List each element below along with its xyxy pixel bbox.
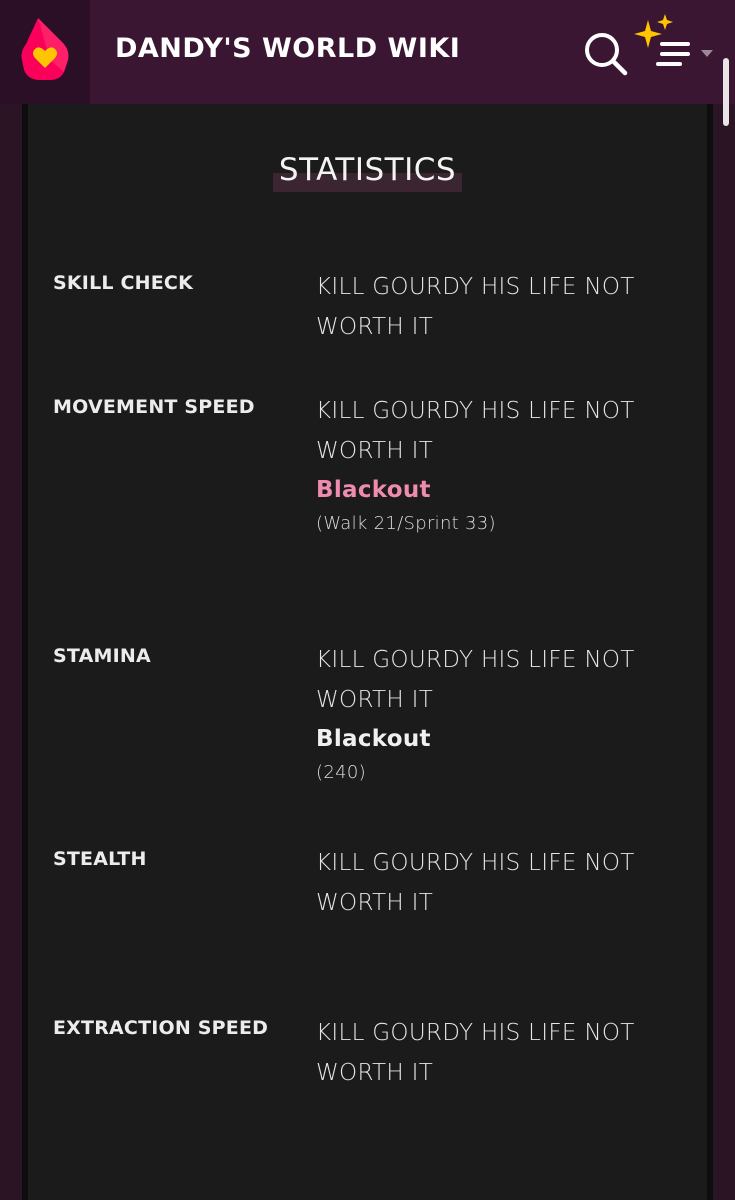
variant-label-blackout: Blackout [316,726,431,752]
stat-label-stealth: STEALTH [53,848,147,870]
stat-value-text: KILL GOURDY HIS LIFE NOT WORTH IT [316,274,635,340]
site-title[interactable]: DANDY'S WORLD WIKI [115,33,460,64]
search-icon [585,33,628,76]
stat-label-movement-speed: MOVEMENT SPEED [53,396,255,418]
search-button[interactable] [582,30,628,76]
stat-value-text: KILL GOURDY HIS LIFE NOT WORTH IT [316,850,635,916]
menu-button[interactable] [634,14,724,74]
sparkle-menu-icon [634,14,713,66]
page-scrollbar[interactable] [723,58,729,126]
variant-note: (240) [316,762,366,783]
site-header: DANDY'S WORLD WIKI [0,0,735,104]
stat-value-skill-check: KILL GOURDY HIS LIFE NOT WORTH IT [316,267,686,347]
stat-value-stamina: KILL GOURDY HIS LIFE NOT WORTH IT Blacko… [316,640,686,788]
stat-value-extraction-speed: KILL GOURDY HIS LIFE NOT WORTH IT [316,1013,686,1093]
stat-value-text: KILL GOURDY HIS LIFE NOT WORTH IT [316,398,635,464]
logo-link[interactable] [0,0,90,104]
stat-label-skill-check: SKILL CHECK [53,272,193,294]
stat-value-text: KILL GOURDY HIS LIFE NOT WORTH IT [316,647,635,713]
stat-label-stamina: STAMINA [53,645,151,667]
variant-note: (Walk 21/Sprint 33) [316,513,496,534]
stat-label-extraction-speed: EXTRACTION SPEED [53,1017,269,1039]
stat-value-movement-speed: KILL GOURDY HIS LIFE NOT WORTH IT Blacko… [316,391,686,539]
section-title: STATISTICS [272,150,463,192]
statistics-panel: STATISTICS SKILL CHECK KILL GOURDY HIS L… [22,104,713,1200]
fandom-heart-logo-icon [21,18,69,80]
stat-value-stealth: KILL GOURDY HIS LIFE NOT WORTH IT [316,843,686,923]
page-gutter [0,104,22,1200]
stat-value-text: KILL GOURDY HIS LIFE NOT WORTH IT [316,1020,635,1086]
variant-link-blackout[interactable]: Blackout [316,471,686,509]
